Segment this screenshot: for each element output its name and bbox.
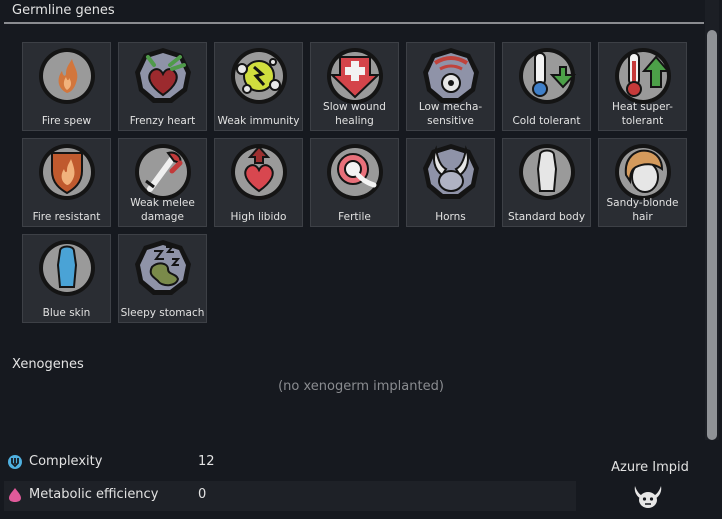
xenogenes-empty-text: (no xenogerm implanted) (278, 379, 444, 394)
metabolic-efficiency-label: Metabolic efficiency (29, 487, 159, 502)
cold-tolerant-icon (519, 48, 577, 104)
title-divider (4, 22, 704, 24)
gene-label: Horns (435, 211, 466, 223)
fire-resistant-icon (39, 144, 95, 200)
frenzy-heart-icon (135, 48, 191, 103)
complexity-value: 12 (198, 454, 215, 469)
gene-tile-sandy-blonde-hair[interactable]: Sandy-blonde hair (598, 138, 687, 227)
gene-label: Frenzy heart (129, 115, 196, 127)
horns-icon (423, 144, 479, 199)
impid-head-icon[interactable] (632, 484, 664, 510)
gene-label: Sleepy stomach (120, 307, 205, 319)
gene-tile-weak-immunity[interactable]: Weak immunity (214, 42, 303, 131)
gene-tile-horns[interactable]: Horns (406, 138, 495, 227)
fire-spew-icon (39, 48, 95, 104)
metabolic-efficiency-value: 0 (198, 487, 207, 502)
gene-label: Fire spew (41, 115, 92, 127)
gene-label: Sandy-blonde hair (606, 197, 679, 223)
gene-tile-standard-body[interactable]: Standard body (502, 138, 591, 227)
stat-row-complexity: Complexity 12 (4, 448, 576, 478)
gene-label: Cold tolerant (512, 115, 581, 127)
metabolic-efficiency-icon (9, 488, 21, 502)
gene-label: Weak immunity (217, 115, 300, 127)
stat-row-metabolic-efficiency: Metabolic efficiency 0 (4, 481, 576, 511)
species-name: Azure Impid (611, 460, 689, 475)
sandy-blonde-hair-icon (615, 144, 671, 200)
high-libido-icon (231, 144, 287, 200)
gene-label: Low mecha-sensitive (418, 101, 483, 127)
gene-tile-high-libido[interactable]: High libido (214, 138, 303, 227)
fertile-icon (327, 144, 383, 200)
gene-label: Fire resistant (32, 211, 101, 223)
heat-super-tolerant-icon (615, 48, 671, 104)
xenogenes-title: Xenogenes (12, 357, 84, 372)
gene-tile-sleepy-stomach[interactable]: Sleepy stomach (118, 234, 207, 323)
gene-tile-heat-super-tolerant[interactable]: Heat super-tolerant (598, 42, 687, 131)
complexity-icon (8, 455, 22, 469)
weak-immunity-icon (231, 48, 287, 104)
gene-tile-blue-skin[interactable]: Blue skin (22, 234, 111, 323)
gene-tile-fire-spew[interactable]: Fire spew (22, 42, 111, 131)
gene-tile-weak-melee-damage[interactable]: Weak melee damage (118, 138, 207, 227)
blue-skin-icon (39, 240, 95, 296)
complexity-label: Complexity (29, 454, 103, 469)
weak-melee-damage-icon (135, 144, 191, 200)
standard-body-icon (519, 144, 575, 200)
gene-tile-fertile[interactable]: Fertile (310, 138, 399, 227)
gene-tile-fire-resistant[interactable]: Fire resistant (22, 138, 111, 227)
gene-label: High libido (230, 211, 287, 223)
gene-label: Standard body (507, 211, 586, 223)
gene-label: Heat super-tolerant (612, 101, 673, 127)
slow-wound-healing-icon (327, 48, 383, 104)
sleepy-stomach-icon (135, 240, 191, 295)
gene-tile-frenzy-heart[interactable]: Frenzy heart (118, 42, 207, 131)
gene-label: Fertile (338, 211, 371, 223)
gene-panel: Germline genes Fire spew Frenzy heart We… (0, 0, 722, 519)
germline-genes-title: Germline genes (12, 3, 115, 18)
gene-tile-slow-wound-healing[interactable]: Slow wound healing (310, 42, 399, 131)
gene-tile-cold-tolerant[interactable]: Cold tolerant (502, 42, 591, 131)
gene-label: Slow wound healing (323, 101, 386, 127)
low-mechasensitive-icon (423, 48, 479, 103)
germline-gene-grid: Fire spew Frenzy heart Weak immunity Slo… (22, 42, 694, 327)
gene-label: Weak melee damage (130, 197, 195, 223)
gene-label: Blue skin (42, 307, 91, 319)
gene-tile-low-mechasensitive[interactable]: Low mecha-sensitive (406, 42, 495, 131)
